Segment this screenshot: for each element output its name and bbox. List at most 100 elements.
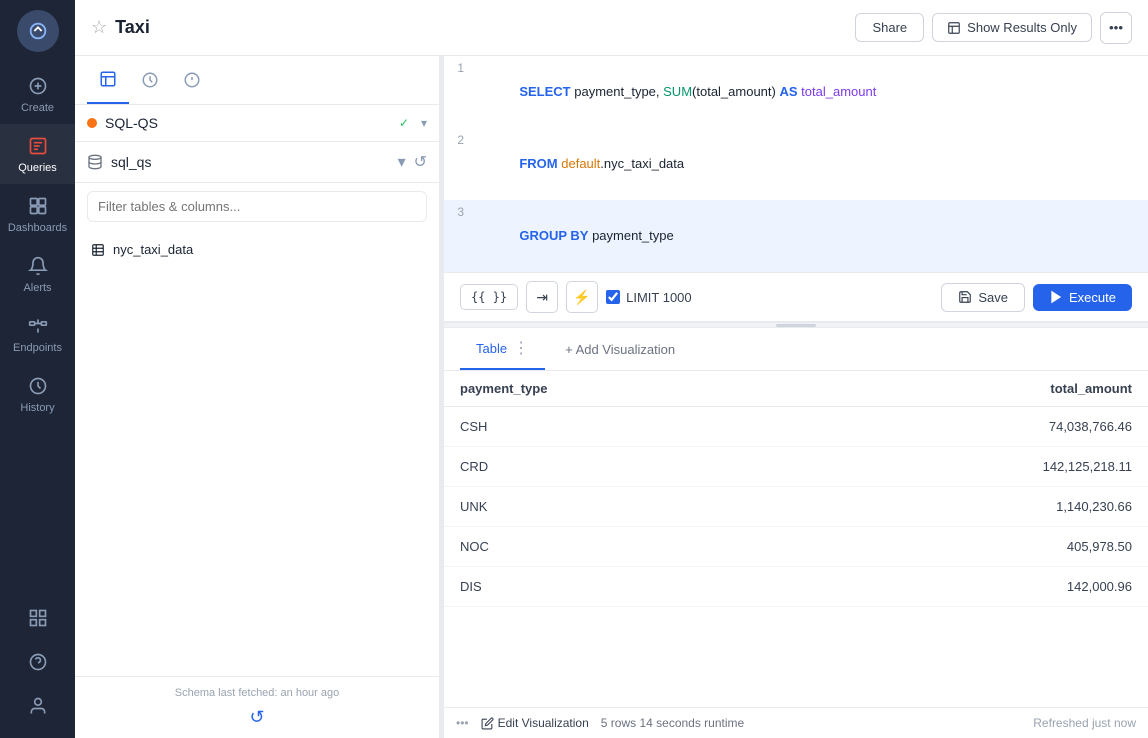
content-area: SQL-QS ✓ ▾ sql_qs ▾ ↺ (75, 56, 1148, 738)
nav-dashboards-label: Dashboards (8, 222, 67, 234)
edit-viz-label: Edit Visualization (498, 716, 589, 730)
table-list-icon (91, 243, 105, 257)
table-row: CRD 142,125,218.11 (444, 447, 1148, 487)
list-item[interactable]: nyc_taxi_data (87, 234, 427, 265)
schema-refresh-icon[interactable]: ↺ (414, 152, 427, 172)
table-name: nyc_taxi_data (113, 242, 193, 257)
sidebar-tabs (75, 56, 439, 105)
edit-visualization-button[interactable]: Edit Visualization (481, 716, 589, 730)
limit-checkbox-label: LIMIT 1000 (606, 290, 692, 305)
nav-endpoints-label: Endpoints (13, 342, 62, 354)
line-content-1[interactable]: SELECT payment_type, SUM(total_amount) A… (476, 56, 876, 128)
schema-fetch-text: Schema last fetched: an hour ago (175, 687, 340, 699)
execute-button[interactable]: Execute (1033, 284, 1132, 311)
sql-editor: 1 SELECT payment_type, SUM(total_amount)… (444, 56, 1148, 272)
nav-item-dashboards[interactable]: Dashboards (0, 184, 75, 244)
sidebar-refresh-button[interactable]: ↺ (249, 707, 264, 728)
table-icon (947, 21, 961, 35)
schema-tab-icon (99, 70, 117, 88)
nav-item-help[interactable] (0, 640, 75, 684)
drag-handle (776, 324, 816, 327)
left-nav: Create Queries Dashboards Alerts (0, 0, 75, 738)
tab-table[interactable]: Table ⋮ (460, 328, 545, 370)
nav-item-grid[interactable] (0, 596, 75, 640)
format-button[interactable]: ⇥ (526, 281, 558, 313)
dashboard-icon (26, 194, 50, 218)
editor-line-3: 3 GROUP BY payment_type (444, 200, 1148, 272)
sidebar-footer: Schema last fetched: an hour ago ↺ (75, 676, 439, 738)
tab-info[interactable] (171, 56, 213, 104)
page-title: Taxi (115, 17, 855, 38)
execute-icon (1049, 290, 1063, 304)
table-row: CSH 74,038,766.46 (444, 407, 1148, 447)
cell-total-amount: 142,125,218.11 (793, 447, 1148, 487)
query-stats: 5 rows 14 seconds runtime (601, 716, 744, 730)
lightning-button[interactable]: ⚡ (566, 281, 598, 313)
bell-icon (26, 254, 50, 278)
cell-total-amount: 74,038,766.46 (793, 407, 1148, 447)
connection-chevron-icon[interactable]: ▾ (421, 116, 427, 130)
tab-options-icon[interactable]: ⋮ (513, 338, 529, 358)
save-button[interactable]: Save (941, 283, 1025, 312)
add-visualization-button[interactable]: + Add Visualization (549, 332, 691, 367)
schema-selector: sql_qs ▾ ↺ (75, 142, 439, 183)
editor-toolbar: {{ }} ⇥ ⚡ LIMIT 1000 Save (444, 272, 1148, 322)
results-table: payment_type total_amount CSH 74,038,766… (444, 371, 1148, 607)
connection-selector[interactable]: SQL-QS ✓ ▾ (75, 105, 439, 142)
query-area: 1 SELECT payment_type, SUM(total_amount)… (444, 56, 1148, 738)
format-icon: ⇥ (536, 289, 548, 306)
endpoints-icon (26, 314, 50, 338)
lightning-icon: ⚡ (573, 289, 590, 306)
cell-payment-type: DIS (444, 567, 793, 607)
star-icon[interactable]: ☆ (91, 17, 107, 38)
filter-input[interactable] (87, 191, 427, 222)
show-results-button[interactable]: Show Results Only (932, 13, 1092, 42)
col-payment-type: payment_type (444, 371, 793, 407)
tab-history[interactable] (129, 56, 171, 104)
limit-checkbox[interactable] (606, 290, 620, 304)
database-icon (87, 154, 103, 170)
history-tab-icon (141, 71, 159, 89)
results-panel: Table ⋮ + Add Visualization payment_type… (444, 328, 1148, 738)
edit-icon (481, 717, 494, 730)
refresh-status: Refreshed just now (1033, 716, 1136, 730)
nav-item-queries[interactable]: Queries (0, 124, 75, 184)
cell-total-amount: 142,000.96 (793, 567, 1148, 607)
nav-item-endpoints[interactable]: Endpoints (0, 304, 75, 364)
save-icon (958, 290, 972, 304)
top-bar: ☆ Taxi Share Show Results Only ••• (75, 0, 1148, 56)
tab-schema[interactable] (87, 56, 129, 104)
more-options-button[interactable]: ••• (1100, 12, 1132, 44)
cell-payment-type: UNK (444, 487, 793, 527)
footer-options-icon[interactable]: ••• (456, 716, 469, 730)
nav-alerts-label: Alerts (23, 282, 51, 294)
col-total-amount: total_amount (793, 371, 1148, 407)
table-row: UNK 1,140,230.66 (444, 487, 1148, 527)
share-button[interactable]: Share (855, 13, 924, 42)
nav-history-label: History (20, 402, 54, 414)
connection-status-dot (87, 118, 97, 128)
cell-total-amount: 405,978.50 (793, 527, 1148, 567)
results-tabs: Table ⋮ + Add Visualization (444, 328, 1148, 371)
cell-payment-type: NOC (444, 527, 793, 567)
main-area: ☆ Taxi Share Show Results Only ••• (75, 0, 1148, 738)
clock-icon (26, 374, 50, 398)
line-content-2[interactable]: FROM default.nyc_taxi_data (476, 128, 684, 200)
editor-line-2: 2 FROM default.nyc_taxi_data (444, 128, 1148, 200)
nav-item-alerts[interactable]: Alerts (0, 244, 75, 304)
schema-chevron-icon[interactable]: ▾ (398, 152, 406, 172)
connection-name: SQL-QS (105, 115, 391, 131)
nav-item-create[interactable]: Create (0, 64, 75, 124)
nav-create-label: Create (21, 102, 54, 114)
braces-button[interactable]: {{ }} (460, 284, 518, 310)
line-content-3[interactable]: GROUP BY payment_type (476, 200, 674, 272)
query-icon (26, 134, 50, 158)
app-logo (17, 10, 59, 52)
nav-item-history[interactable]: History (0, 364, 75, 424)
sidebar: SQL-QS ✓ ▾ sql_qs ▾ ↺ (75, 56, 440, 738)
nav-queries-label: Queries (18, 162, 57, 174)
nav-item-user[interactable] (0, 684, 75, 728)
cell-payment-type: CRD (444, 447, 793, 487)
cell-payment-type: CSH (444, 407, 793, 447)
top-bar-actions: Share Show Results Only ••• (855, 12, 1132, 44)
